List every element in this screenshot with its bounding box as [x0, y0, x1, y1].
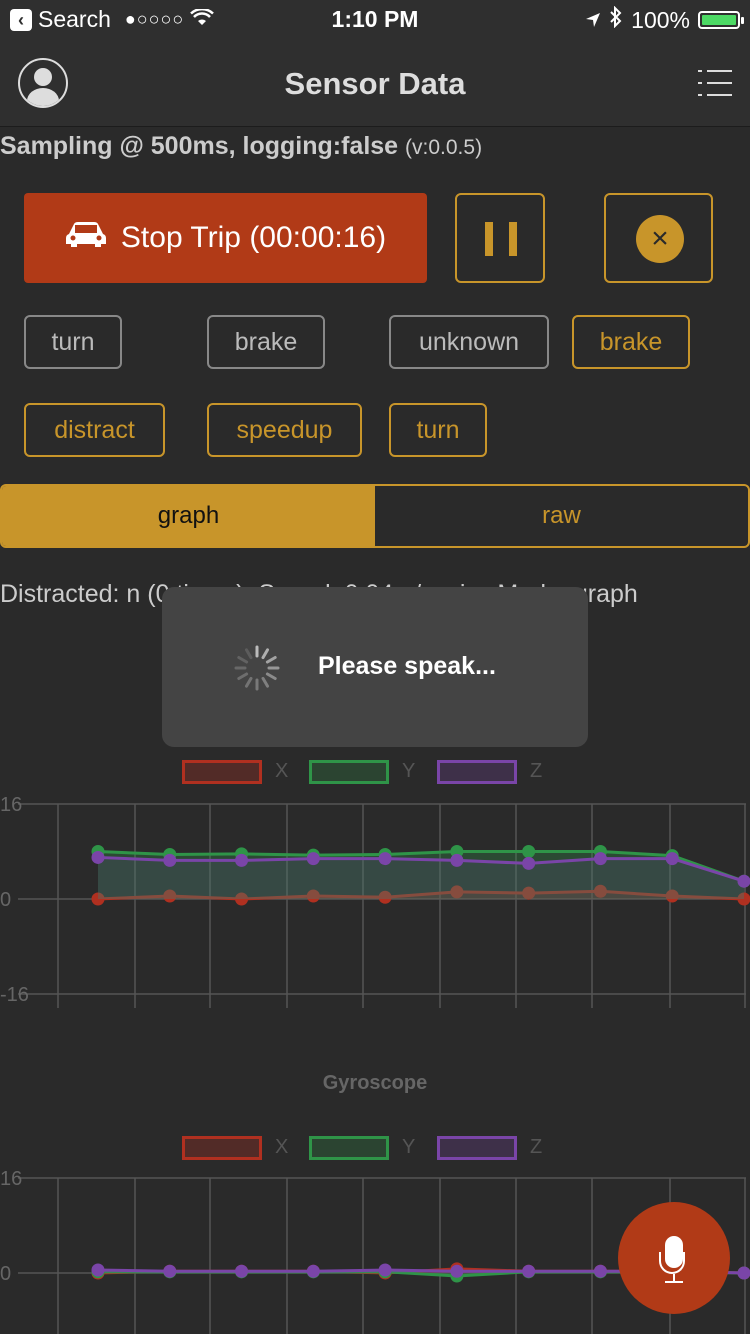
- data-point-z: [306, 852, 320, 866]
- y-tick-label: 0: [0, 1263, 11, 1285]
- tag-button[interactable]: brake: [572, 315, 690, 369]
- data-point-z: [737, 1266, 750, 1280]
- tab-raw[interactable]: raw: [375, 486, 748, 546]
- toast-message: Please speak...: [318, 652, 496, 680]
- pause-button[interactable]: [455, 193, 545, 283]
- speech-toast: Please speak...: [162, 587, 588, 747]
- tag-button[interactable]: distract: [24, 403, 165, 457]
- sampling-text: Sampling @ 500ms, logging:false: [0, 132, 399, 160]
- tag-button[interactable]: speedup: [207, 403, 362, 457]
- data-point-z: [378, 852, 392, 866]
- data-point-z: [235, 1264, 249, 1278]
- data-point-y: [522, 845, 536, 858]
- data-point-z: [378, 1263, 392, 1277]
- view-mode-segmented-control: graph raw: [0, 484, 750, 548]
- data-point-z: [91, 1263, 105, 1277]
- data-point-z: [593, 852, 607, 866]
- battery-percent: 100%: [631, 6, 690, 33]
- data-point-z: [163, 853, 177, 867]
- data-point-z: [306, 1264, 320, 1278]
- pause-icon: [485, 222, 493, 256]
- y-tick-label: -16: [0, 984, 29, 1006]
- data-point-z: [522, 1264, 536, 1278]
- data-point-z: [522, 856, 536, 870]
- tab-graph[interactable]: graph: [2, 486, 375, 546]
- bluetooth-icon: [609, 5, 623, 34]
- data-point-z: [235, 853, 249, 867]
- series-area-z: [98, 857, 744, 899]
- car-icon: [65, 220, 107, 256]
- nav-bar: Sensor Data: [0, 40, 750, 127]
- list-menu-icon[interactable]: [698, 68, 732, 98]
- data-point-z: [163, 1264, 177, 1278]
- data-point-z: [665, 852, 679, 866]
- loading-spinner-icon: [234, 645, 280, 691]
- location-arrow-icon: [585, 7, 601, 34]
- data-point-z: [91, 850, 105, 864]
- status-bar: ‹ Search ●○○○○ 1:10 PM 100%: [0, 0, 750, 40]
- tag-button[interactable]: brake: [207, 315, 325, 369]
- data-point-z: [737, 874, 750, 888]
- page-title: Sensor Data: [284, 66, 466, 101]
- cancel-trip-button[interactable]: ×: [604, 193, 713, 283]
- stop-trip-button[interactable]: Stop Trip (00:00:16): [24, 193, 427, 283]
- tag-button[interactable]: unknown: [389, 315, 549, 369]
- accelerometer-plot: 16 0 -16: [0, 794, 750, 1008]
- sampling-status: Sampling @ 500ms, logging:false (v:0.0.5…: [0, 132, 482, 161]
- y-tick-label: 0: [0, 889, 11, 911]
- accelerometer-chart: X Y Z 16 0 -16: [0, 740, 750, 1030]
- data-point-z: [593, 1264, 607, 1278]
- stop-trip-label: Stop Trip (00:00:16): [120, 221, 387, 254]
- version-text: (v:0.0.5): [405, 136, 483, 159]
- y-tick-label: 16: [0, 794, 22, 816]
- data-point-z: [450, 853, 464, 867]
- tag-button[interactable]: turn: [389, 403, 487, 457]
- battery-icon: [698, 11, 744, 29]
- y-tick-label: 16: [0, 1168, 22, 1190]
- close-icon: ×: [636, 215, 684, 263]
- tag-button[interactable]: turn: [24, 315, 122, 369]
- data-point-z: [450, 1264, 464, 1278]
- microphone-button[interactable]: [618, 1202, 730, 1314]
